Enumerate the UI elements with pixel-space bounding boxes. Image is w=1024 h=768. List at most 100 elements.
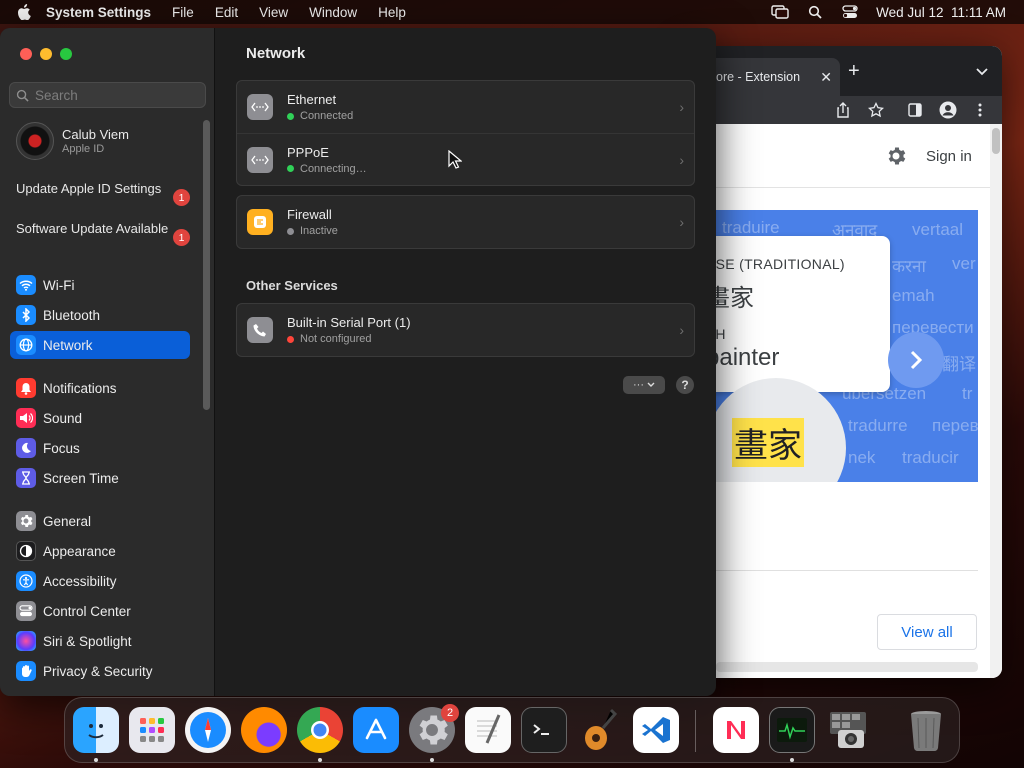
launchpad-icon[interactable] bbox=[129, 707, 175, 753]
chrome-icon[interactable] bbox=[297, 707, 343, 753]
banner-bg-word: tradurre bbox=[848, 416, 908, 435]
sidebar-item-label: General bbox=[43, 513, 92, 529]
browser-menu-icon[interactable] bbox=[970, 100, 990, 120]
menu-help[interactable]: Help bbox=[378, 5, 406, 20]
firewall-name: Firewall bbox=[287, 207, 332, 222]
ethernet-icon bbox=[247, 94, 273, 120]
other-services-group: Built-in Serial Port (1) Not configured … bbox=[236, 303, 695, 357]
sidebar-item-privacy-security[interactable]: Privacy & Security bbox=[10, 657, 190, 685]
minimize-window-button[interactable] bbox=[40, 48, 52, 60]
sidebar-item-appearance[interactable]: Appearance bbox=[10, 537, 190, 565]
screenshot-icon[interactable] bbox=[825, 707, 871, 753]
window-controls bbox=[20, 48, 72, 60]
close-window-button[interactable] bbox=[20, 48, 32, 60]
menu-edit[interactable]: Edit bbox=[215, 5, 238, 20]
trash-icon[interactable] bbox=[903, 707, 949, 753]
banner-bg-word: 翻译 bbox=[942, 355, 976, 374]
service-row-ethernet[interactable]: Ethernet Connected › bbox=[237, 81, 694, 133]
sidebar-item-label: Siri & Spotlight bbox=[43, 633, 132, 649]
sidebar-item-label: Bluetooth bbox=[43, 307, 101, 323]
status-dot bbox=[287, 165, 294, 172]
search-input[interactable] bbox=[35, 87, 195, 103]
sidebar-item-label: Sound bbox=[43, 410, 83, 426]
banner-bg-word: ver bbox=[952, 254, 976, 273]
menu-bar: System Settings File Edit View Window He… bbox=[0, 0, 1024, 24]
ethernet-icon bbox=[247, 146, 273, 173]
network-pane: Network Ethernet Connected › PPPoE Conne bbox=[216, 28, 716, 696]
sidebar-item-wifi[interactable]: Wi-Fi bbox=[10, 271, 190, 299]
service-status: Not configured bbox=[300, 333, 372, 345]
apple-id-account[interactable]: Calub Viem Apple ID bbox=[16, 122, 129, 160]
sidebar-item-focus[interactable]: Focus bbox=[10, 434, 190, 462]
menu-window[interactable]: Window bbox=[309, 5, 357, 20]
profile-icon[interactable] bbox=[938, 100, 958, 120]
new-tab-icon[interactable]: + bbox=[848, 60, 860, 83]
firefox-icon[interactable] bbox=[241, 707, 287, 753]
notice-label: Update Apple ID Settings bbox=[16, 181, 162, 196]
finder-icon[interactable] bbox=[73, 707, 119, 753]
more-actions-button[interactable]: ··· bbox=[623, 376, 665, 394]
notification-badge: 2 bbox=[441, 704, 459, 722]
news-icon[interactable] bbox=[713, 707, 759, 753]
next-arrow-button[interactable] bbox=[888, 332, 944, 388]
highlighted-word: 畫家 bbox=[732, 418, 804, 467]
garageband-icon[interactable] bbox=[577, 707, 623, 753]
sidebar-item-notifications[interactable]: Notifications bbox=[10, 374, 190, 402]
chevron-right-icon: › bbox=[679, 322, 684, 338]
vscode-icon[interactable] bbox=[633, 707, 679, 753]
screen-mirroring-icon[interactable] bbox=[771, 3, 789, 21]
update-apple-id-notice[interactable]: Update Apple ID Settings 1 bbox=[16, 181, 196, 206]
side-panel-icon[interactable] bbox=[905, 100, 925, 120]
control-center-icon[interactable] bbox=[841, 3, 859, 21]
sign-in-link[interactable]: Sign in bbox=[926, 148, 972, 165]
status-dot bbox=[287, 335, 294, 343]
sidebar-scrollbar[interactable] bbox=[203, 120, 210, 410]
settings-sidebar: Calub Viem Apple ID Update Apple ID Sett… bbox=[0, 28, 215, 696]
help-button[interactable]: ? bbox=[676, 376, 694, 394]
app-store-icon[interactable] bbox=[353, 707, 399, 753]
service-row-pppoe[interactable]: PPPoE Connecting… › bbox=[237, 133, 694, 185]
sidebar-item-bluetooth[interactable]: Bluetooth bbox=[10, 301, 190, 329]
sidebar-item-screen-time[interactable]: Screen Time bbox=[10, 464, 190, 492]
software-update-notice[interactable]: Software Update Available 1 bbox=[16, 221, 196, 246]
close-tab-icon[interactable]: ✕ bbox=[820, 69, 832, 86]
menu-clock[interactable]: Wed Jul 12 11:11 AM bbox=[876, 5, 1006, 20]
moon-icon bbox=[16, 438, 36, 458]
menu-app-name[interactable]: System Settings bbox=[46, 5, 151, 20]
running-indicator bbox=[94, 758, 98, 762]
service-row-serial-port[interactable]: Built-in Serial Port (1) Not configured … bbox=[237, 304, 694, 356]
sidebar-item-accessibility[interactable]: Accessibility bbox=[10, 567, 190, 595]
zoom-window-button[interactable] bbox=[60, 48, 72, 60]
sidebar-item-control-center[interactable]: Control Center bbox=[10, 597, 190, 625]
sidebar-item-siri-spotlight[interactable]: Siri & Spotlight bbox=[10, 627, 190, 655]
menu-file[interactable]: File bbox=[172, 5, 194, 20]
terminal-icon[interactable] bbox=[521, 707, 567, 753]
textedit-icon[interactable] bbox=[465, 707, 511, 753]
settings-gear-icon[interactable] bbox=[886, 146, 906, 171]
activity-monitor-icon[interactable] bbox=[769, 707, 815, 753]
menu-view[interactable]: View bbox=[259, 5, 288, 20]
sidebar-item-sound[interactable]: Sound bbox=[10, 404, 190, 432]
share-icon[interactable] bbox=[833, 100, 853, 120]
bookmark-star-icon[interactable] bbox=[866, 100, 886, 120]
service-status: Connecting… bbox=[300, 162, 367, 175]
spotlight-search-icon[interactable] bbox=[806, 3, 824, 21]
sidebar-item-label: Screen Time bbox=[43, 470, 119, 486]
view-all-button[interactable]: View all bbox=[877, 614, 977, 650]
speaker-icon bbox=[16, 408, 36, 428]
network-services-group: Ethernet Connected › PPPoE Connecting… › bbox=[236, 80, 695, 186]
safari-icon[interactable] bbox=[185, 707, 231, 753]
sidebar-item-network[interactable]: Network bbox=[10, 331, 190, 359]
banner-bg-word: nek bbox=[848, 448, 876, 467]
firewall-icon bbox=[247, 209, 273, 235]
tab-search-chevron-icon[interactable] bbox=[976, 63, 988, 81]
sidebar-item-label: Privacy & Security bbox=[43, 663, 153, 679]
apple-menu-icon[interactable] bbox=[16, 4, 32, 20]
dock-separator bbox=[695, 710, 696, 752]
horizontal-scrollbar[interactable] bbox=[716, 662, 978, 672]
sidebar-item-general[interactable]: General bbox=[10, 507, 190, 535]
firewall-row[interactable]: Firewall Inactive › bbox=[237, 196, 694, 248]
vertical-scrollbar[interactable] bbox=[990, 124, 1002, 678]
scrollbar-thumb[interactable] bbox=[992, 128, 1000, 154]
mouse-cursor-icon bbox=[448, 149, 463, 175]
